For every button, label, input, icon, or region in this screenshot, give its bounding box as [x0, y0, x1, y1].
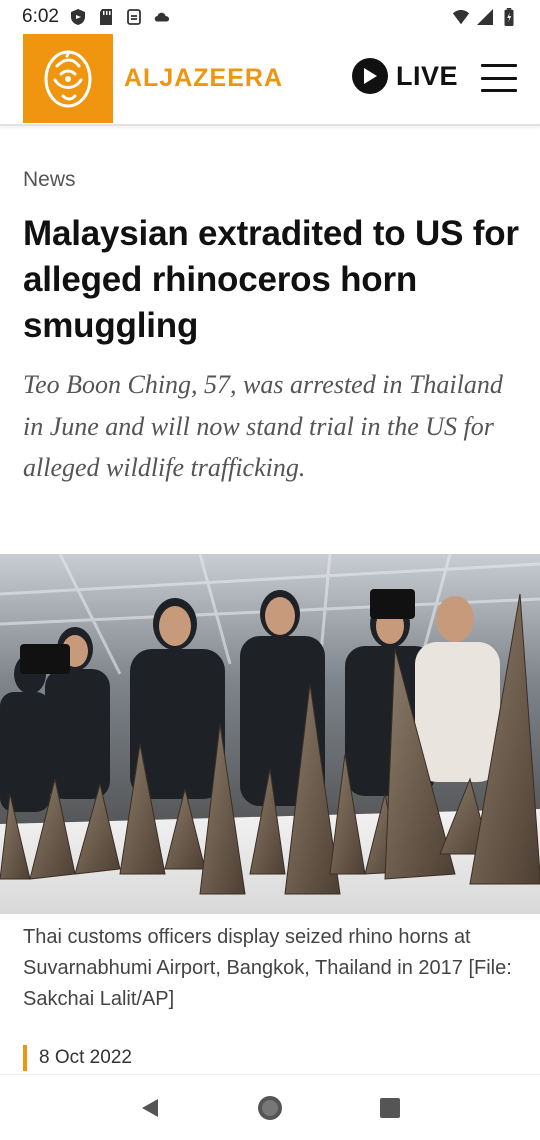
back-icon[interactable]	[130, 1088, 170, 1128]
shield-icon	[70, 9, 85, 25]
article-headline: Malaysian extradited to US for alleged r…	[23, 214, 519, 345]
publish-date: 8 Oct 2022	[23, 1045, 132, 1071]
aljazeera-logo-mark-icon	[44, 50, 92, 107]
status-bar: 6:02	[0, 0, 540, 34]
image-caption: Thai customs officers display seized rhi…	[23, 926, 512, 1010]
aljazeera-logo[interactable]	[23, 34, 113, 123]
system-nav-bar	[0, 1074, 540, 1140]
recents-icon[interactable]	[370, 1088, 410, 1128]
home-icon[interactable]	[250, 1088, 290, 1128]
brand-name[interactable]: ALJAZEERA	[124, 64, 283, 93]
sd-card-icon	[99, 9, 112, 25]
battery-icon	[504, 8, 514, 26]
live-button[interactable]: LIVE	[352, 58, 458, 94]
live-label: LIVE	[396, 60, 459, 91]
status-icons-left	[69, 8, 171, 26]
date-accent-bar	[23, 1045, 27, 1071]
article-standfirst: Teo Boon Ching, 57, was arrested in Thai…	[23, 370, 503, 482]
status-icons-right	[452, 8, 518, 26]
wifi-icon	[452, 10, 470, 25]
hamburger-menu-icon[interactable]	[481, 64, 517, 92]
play-icon	[352, 58, 388, 94]
status-time: 6:02	[22, 6, 59, 27]
cloud-icon	[154, 12, 170, 22]
article-category[interactable]: News	[23, 168, 76, 192]
sync-icon	[127, 9, 141, 25]
site-header: ALJAZEERA LIVE	[0, 34, 540, 126]
cell-signal-icon	[477, 9, 493, 25]
rhino-horns-photo	[0, 554, 540, 914]
publish-date-text: 8 Oct 2022	[39, 1047, 132, 1068]
article-hero-image	[0, 554, 540, 914]
